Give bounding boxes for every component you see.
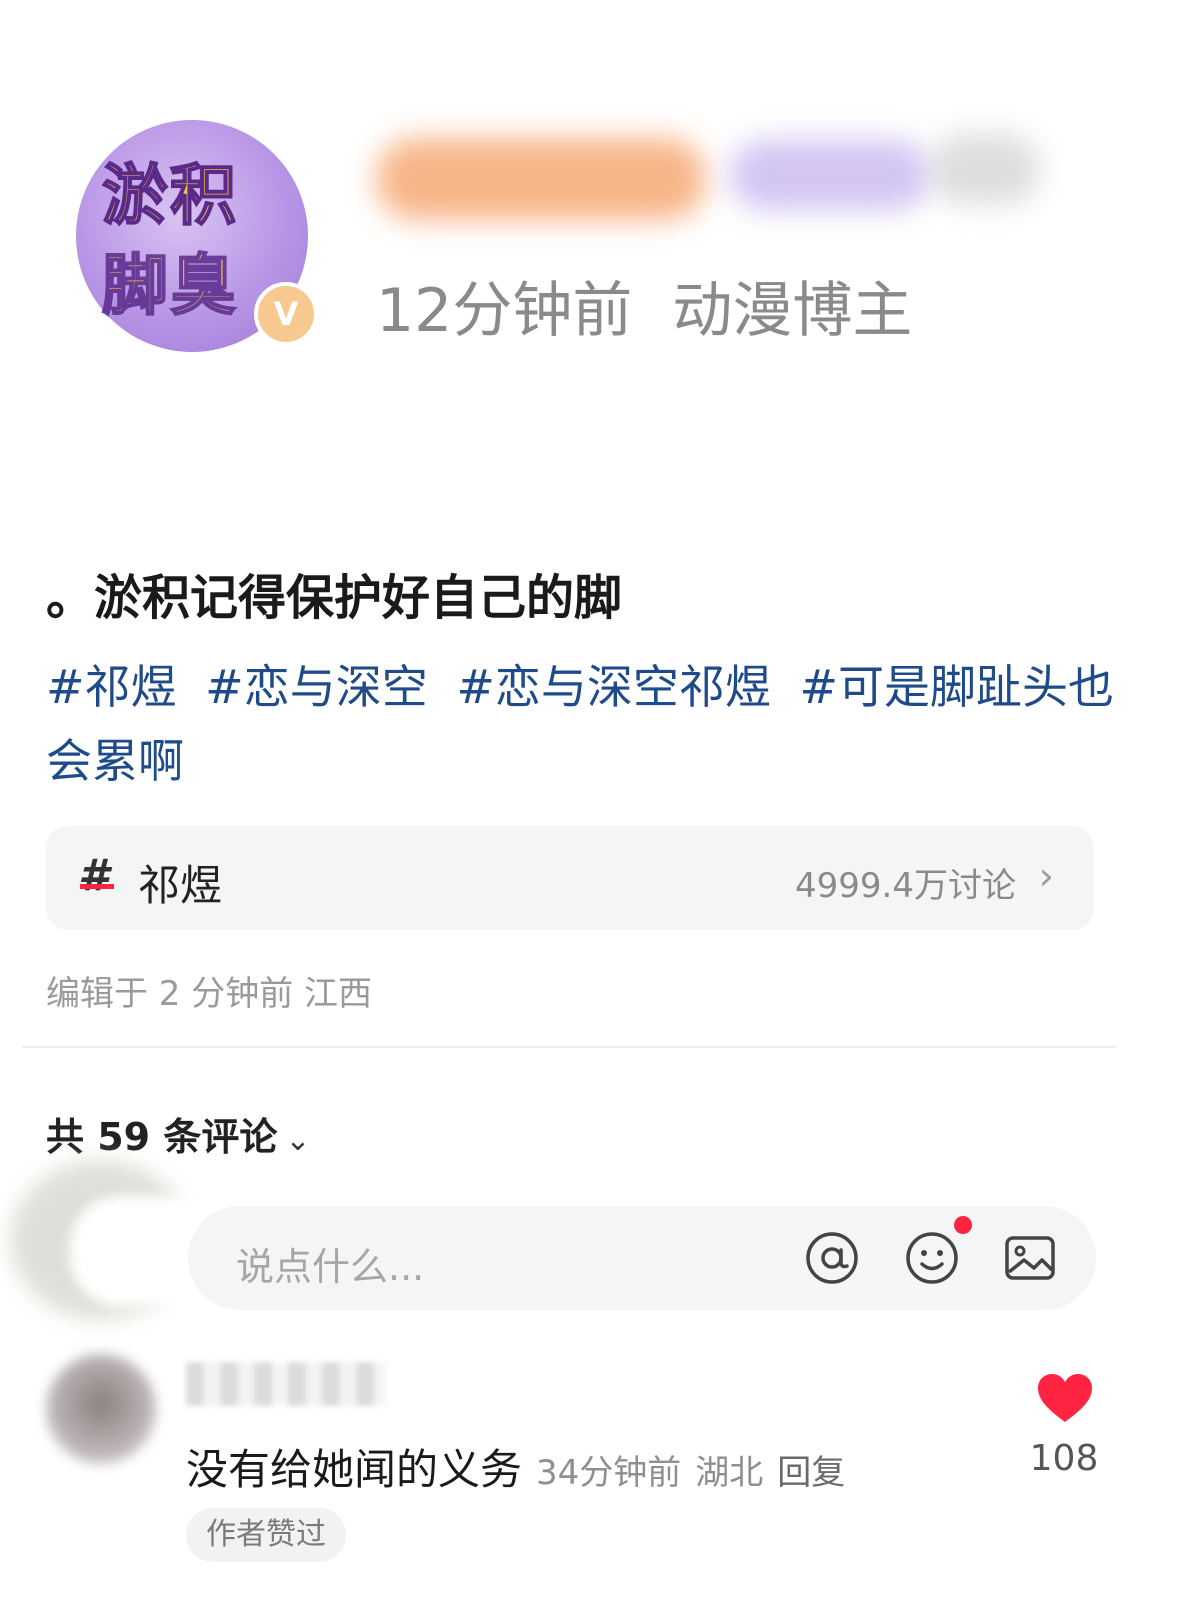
- comment-item: 没有给她闻的义务 34分钟前 湖北 回复: [186, 1436, 845, 1497]
- comment-input-placeholder[interactable]: 说点什么...: [236, 1236, 424, 1291]
- notification-dot: [954, 1216, 972, 1234]
- divider: [22, 1046, 1116, 1048]
- post-meta: 12分钟前 动漫博主: [376, 262, 912, 349]
- author-avatar[interactable]: 淤积 脚臭 V: [76, 120, 318, 352]
- topic-hash-accent: [80, 884, 114, 889]
- chevron-right-icon: ›: [1038, 854, 1054, 898]
- at-icon[interactable]: [804, 1230, 860, 1286]
- topic-name: 祁煜: [138, 861, 223, 910]
- comment-text: 没有给她闻的义务: [186, 1445, 523, 1494]
- chevron-down-icon: ⌄: [285, 1123, 311, 1158]
- like-count: 108: [1029, 1438, 1099, 1479]
- hashtag-list: #祁煜 #恋与深空 #恋与深空祁煜 #可是脚趾头也会累啊: [46, 650, 1136, 798]
- hashtag-link[interactable]: #恋与深空: [205, 660, 428, 714]
- comment-time: 34分钟前: [536, 1453, 682, 1493]
- follow-button-blurred[interactable]: [930, 134, 1040, 204]
- post-time: 12分钟前: [376, 276, 633, 346]
- author-tag: 动漫博主: [672, 276, 913, 346]
- commenter-name-blurred[interactable]: [186, 1362, 386, 1406]
- hashtag-link[interactable]: #恋与深空祁煜: [456, 660, 771, 714]
- image-icon[interactable]: [1002, 1230, 1058, 1286]
- hashtag-link[interactable]: #祁煜: [46, 660, 177, 714]
- edit-info: 编辑于 2 分钟前 江西: [46, 974, 373, 1014]
- avatar-text-line1: 淤积: [101, 156, 238, 235]
- heart-icon[interactable]: [1036, 1372, 1094, 1424]
- topic-hash-icon: #: [78, 850, 109, 901]
- comment-input[interactable]: 说点什么...: [188, 1206, 1096, 1310]
- topic-card[interactable]: # 祁煜 4999.4万讨论 ›: [46, 826, 1094, 930]
- comments-count-sort[interactable]: 共 59 条评论 ⌄: [46, 1106, 310, 1161]
- comment-location: 湖北: [695, 1453, 764, 1493]
- author-liked-badge: 作者赞过: [186, 1508, 346, 1562]
- emoji-icon[interactable]: [904, 1230, 960, 1286]
- commenter-avatar[interactable]: [46, 1354, 156, 1464]
- author-level-blurred: [730, 140, 930, 210]
- post-text: 。淤积记得保护好自己的脚: [46, 570, 623, 626]
- verified-badge-icon: V: [254, 282, 318, 346]
- comments-count-label: 共 59 条评论: [46, 1115, 278, 1159]
- topic-discussion-count: 4999.4万讨论: [795, 866, 1016, 906]
- avatar-text-line2: 脚臭: [101, 246, 238, 325]
- reply-button[interactable]: 回复: [777, 1453, 845, 1493]
- author-name-blurred[interactable]: [376, 138, 706, 220]
